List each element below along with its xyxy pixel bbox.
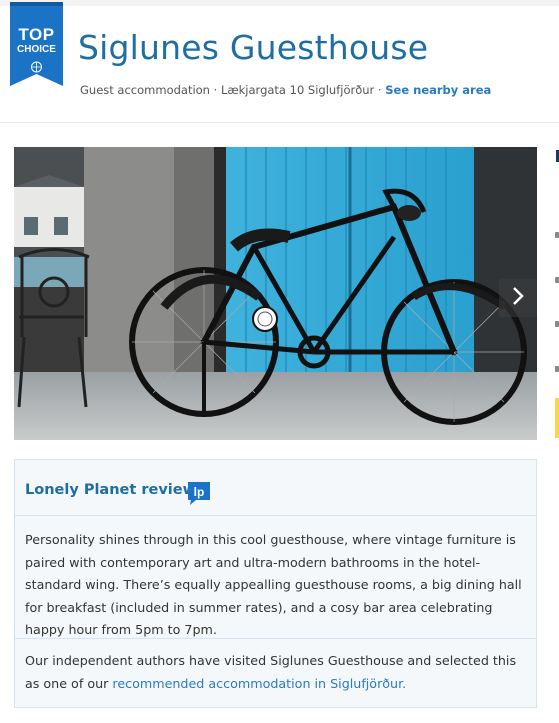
- sidebar-item-fragment: [555, 232, 559, 238]
- gallery-photo[interactable]: [14, 147, 537, 440]
- sidebar-item-fragment: [555, 321, 559, 327]
- separator-dot: ·: [374, 83, 386, 97]
- page-title: Siglunes Guesthouse: [78, 28, 429, 67]
- review-body: Personality shines through in this cool …: [25, 532, 522, 637]
- header-divider: [0, 122, 559, 123]
- review-footer: Our independent authors have visited Sig…: [25, 650, 530, 695]
- review-header: Lonely Planet review lp: [15, 460, 536, 516]
- top-choice-badge: TOP CHOICE: [10, 2, 63, 90]
- chevron-right-icon: [511, 286, 525, 310]
- review-card: Lonely Planet review lp Personality shin…: [14, 459, 537, 708]
- sidebar-item-fragment: [555, 277, 559, 283]
- see-nearby-link[interactable]: See nearby area: [385, 83, 491, 97]
- sidebar-item-fragment: [555, 366, 559, 372]
- sidebar-button-fragment[interactable]: [555, 398, 559, 438]
- booking-sidebar-edge: [552, 150, 559, 450]
- recommended-accommodation-link[interactable]: recommended accommodation in Siglufjörðu…: [112, 676, 406, 691]
- badge-top-text: TOP: [18, 25, 55, 44]
- lonely-planet-logo-icon: lp: [186, 480, 212, 506]
- review-separator: [15, 638, 536, 639]
- lp-logo-text: lp: [194, 485, 205, 499]
- listing-address: Lækjargata 10 Siglufjörður: [220, 83, 375, 97]
- listing-subline: Guest accommodation · Lækjargata 10 Sigl…: [80, 83, 491, 97]
- badge-choice-text: CHOICE: [17, 44, 56, 55]
- listing-type: Guest accommodation: [80, 83, 210, 97]
- top-strip: [0, 0, 559, 6]
- gallery-next-button[interactable]: [499, 279, 537, 317]
- review-heading: Lonely Planet review: [25, 482, 196, 498]
- separator-dot: ·: [209, 83, 221, 97]
